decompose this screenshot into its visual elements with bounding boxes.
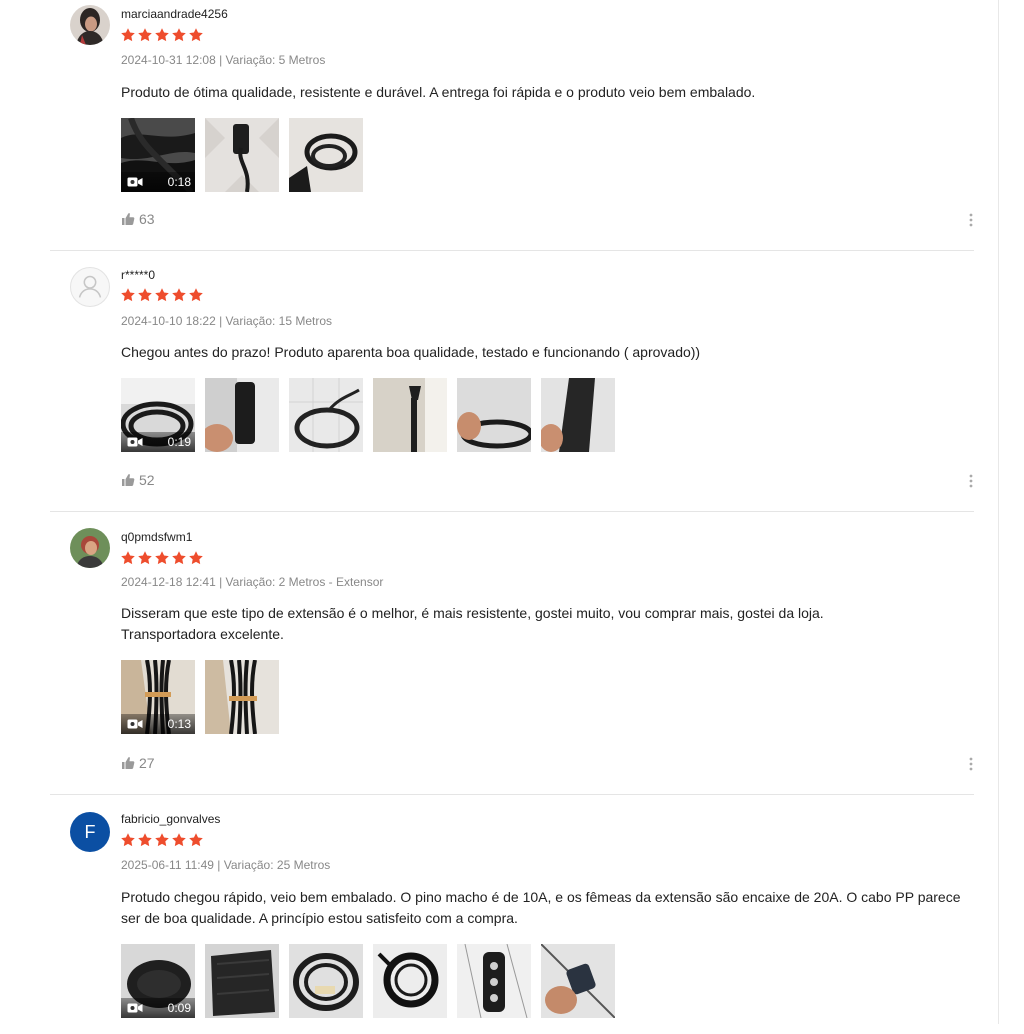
star-icon [120, 27, 136, 43]
review-media: 0:19 [121, 378, 615, 452]
review-text-line: Transportadora excelente. [121, 626, 284, 642]
star-icon [171, 550, 187, 566]
review-text: Disseram que este tipo de extensão é o m… [121, 603, 981, 645]
review-photo-thumbnail[interactable] [289, 378, 363, 452]
rating-stars [120, 832, 204, 848]
star-icon [137, 832, 153, 848]
star-icon [120, 832, 136, 848]
avatar[interactable] [70, 528, 110, 568]
thumbs-up-icon [121, 212, 135, 226]
like-button[interactable]: 52 [121, 472, 155, 488]
rating-stars [120, 550, 204, 566]
page-right-border [998, 0, 999, 1024]
thumbs-up-icon [121, 473, 135, 487]
review-media: 0:09 [121, 944, 615, 1018]
review-media: 0:18 [121, 118, 363, 192]
more-vertical-icon [968, 212, 974, 228]
review-photo-thumbnail[interactable] [541, 944, 615, 1018]
rating-stars [120, 27, 204, 43]
like-count: 52 [139, 472, 155, 488]
video-camera-icon [127, 176, 143, 188]
user-icon [78, 275, 102, 298]
avatar[interactable] [70, 267, 110, 307]
like-button[interactable]: 63 [121, 211, 155, 227]
review-photo-thumbnail[interactable] [205, 378, 279, 452]
review-meta: 2024-10-31 12:08 | Variação: 5 Metros [121, 53, 326, 67]
thumbs-up-icon [121, 756, 135, 770]
video-overlay: 0:09 [121, 998, 195, 1018]
review-item: F fabricio_gonvalves 2025-06-11 11:49 | … [50, 794, 974, 1034]
video-duration: 0:19 [167, 435, 191, 449]
review-photo-thumbnail[interactable] [457, 378, 531, 452]
review-item: q0pmdsfwm1 2024-12-18 12:41 | Variação: … [50, 511, 974, 795]
star-icon [137, 27, 153, 43]
review-photo-thumbnail[interactable] [205, 660, 279, 734]
avatar[interactable]: F [70, 812, 110, 852]
video-overlay: 0:18 [121, 172, 195, 192]
star-icon [120, 550, 136, 566]
video-camera-icon [127, 436, 143, 448]
review-item: r*****0 2024-10-10 18:22 | Variação: 15 … [50, 250, 974, 512]
star-icon [171, 832, 187, 848]
star-icon [137, 287, 153, 303]
review-photo-thumbnail[interactable] [289, 944, 363, 1018]
star-icon [154, 27, 170, 43]
video-duration: 0:09 [167, 1001, 191, 1015]
review-text-line: Disseram que este tipo de extensão é o m… [121, 605, 824, 621]
reviewer-username[interactable]: q0pmdsfwm1 [121, 530, 192, 544]
star-icon [154, 832, 170, 848]
more-vertical-icon [968, 756, 974, 772]
more-options-button[interactable] [968, 756, 974, 772]
review-meta: 2025-06-11 11:49 | Variação: 25 Metros [121, 858, 331, 872]
more-options-button[interactable] [968, 212, 974, 228]
video-overlay: 0:19 [121, 432, 195, 452]
star-icon [120, 287, 136, 303]
review-photo-thumbnail[interactable] [457, 944, 531, 1018]
review-photo-thumbnail[interactable] [205, 118, 279, 192]
rating-stars [120, 287, 204, 303]
review-meta: 2024-10-10 18:22 | Variação: 15 Metros [121, 314, 333, 328]
star-icon [171, 27, 187, 43]
review-text: Protudo chegou rápido, veio bem embalado… [121, 887, 981, 929]
reviewer-username[interactable]: fabricio_gonvalves [121, 812, 220, 826]
star-icon [171, 287, 187, 303]
like-button[interactable]: 27 [121, 755, 155, 771]
review-text-line: Protudo chegou rápido, veio bem embalado… [121, 889, 961, 905]
star-icon [137, 550, 153, 566]
review-photo-thumbnail[interactable] [373, 378, 447, 452]
like-count: 63 [139, 211, 155, 227]
review-video-thumbnail[interactable]: 0:09 [121, 944, 195, 1018]
star-icon [188, 550, 204, 566]
star-icon [154, 550, 170, 566]
review-video-thumbnail[interactable]: 0:18 [121, 118, 195, 192]
reviewer-username[interactable]: r*****0 [121, 268, 155, 282]
review-item: marciaandrade4256 2024-10-31 12:08 | Var… [50, 0, 974, 251]
reviewer-username[interactable]: marciaandrade4256 [121, 7, 228, 21]
like-count: 27 [139, 755, 155, 771]
review-text: Chegou antes do prazo! Produto aparenta … [121, 344, 701, 360]
video-camera-icon [127, 718, 143, 730]
star-icon [154, 287, 170, 303]
star-icon [188, 287, 204, 303]
review-media: 0:13 [121, 660, 279, 734]
video-duration: 0:18 [167, 175, 191, 189]
review-photo-thumbnail[interactable] [289, 118, 363, 192]
review-photo-thumbnail[interactable] [205, 944, 279, 1018]
review-photo-thumbnail[interactable] [541, 378, 615, 452]
review-meta: 2024-12-18 12:41 | Variação: 2 Metros - … [121, 575, 384, 589]
star-icon [188, 27, 204, 43]
review-text: Produto de ótima qualidade, resistente e… [121, 84, 756, 100]
avatar-initial: F [84, 821, 96, 842]
review-video-thumbnail[interactable]: 0:19 [121, 378, 195, 452]
review-video-thumbnail[interactable]: 0:13 [121, 660, 195, 734]
avatar[interactable] [70, 5, 110, 45]
star-icon [188, 832, 204, 848]
video-overlay: 0:13 [121, 714, 195, 734]
more-options-button[interactable] [968, 473, 974, 489]
review-photo-thumbnail[interactable] [373, 944, 447, 1018]
review-text-line: ser de boa qualidade. A princípio estou … [121, 910, 518, 926]
video-duration: 0:13 [167, 717, 191, 731]
video-camera-icon [127, 1002, 143, 1014]
more-vertical-icon [968, 473, 974, 489]
